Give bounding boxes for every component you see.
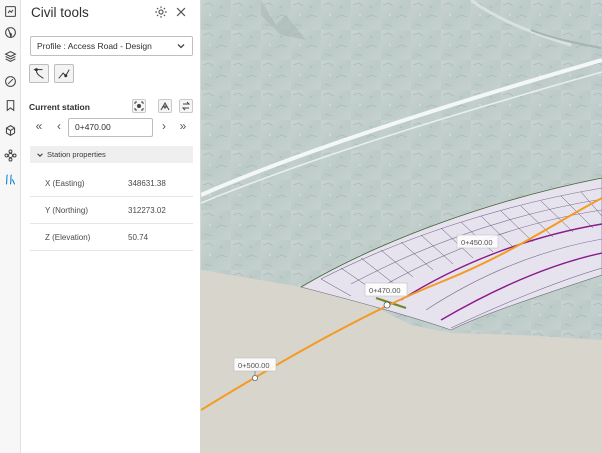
property-row: X (Easting) 348631.38 [30, 170, 193, 197]
civil-tools-panel: Civil tools Profile : Access Road - Desi… [21, 0, 201, 453]
profile-select-value: Profile : Access Road - Design [37, 41, 152, 51]
panel-title: Civil tools [31, 5, 89, 20]
settings-icon[interactable] [154, 5, 168, 19]
sun-study-icon[interactable] [3, 148, 18, 163]
station-properties-label: Station properties [47, 150, 106, 159]
previous-station-icon[interactable]: ‹ [53, 120, 65, 134]
documents-icon[interactable] [3, 4, 18, 19]
civil-tools-icon[interactable] [3, 172, 18, 187]
station-point [383, 301, 391, 309]
property-value: 50.74 [128, 233, 149, 242]
station-label: 0+500.00 [238, 361, 270, 370]
station-properties-header[interactable]: Station properties [30, 146, 193, 163]
bookmark-icon[interactable] [3, 98, 18, 113]
alignment-tool-button[interactable] [29, 64, 49, 83]
profile-tool-button[interactable] [54, 64, 74, 83]
station-input[interactable]: 0+470.00 [68, 118, 153, 137]
property-key: Y (Northing) [45, 206, 88, 215]
profile-select[interactable]: Profile : Access Road - Design [30, 36, 193, 56]
pick-station-button[interactable] [158, 99, 172, 113]
station-label: 0+470.00 [369, 286, 401, 295]
chevron-down-icon [177, 44, 185, 49]
station-point [252, 374, 259, 381]
property-value: 348631.38 [128, 179, 166, 188]
property-key: Z (Elevation) [45, 233, 91, 242]
property-value: 312273.02 [128, 206, 166, 215]
close-icon[interactable] [174, 5, 188, 19]
locate-station-button[interactable] [132, 99, 146, 113]
station-label: 0+450.00 [461, 238, 493, 247]
chevron-down-icon [37, 153, 43, 157]
property-row: Z (Elevation) 50.74 [30, 224, 193, 251]
next-station-icon[interactable]: › [158, 120, 170, 134]
swap-direction-button[interactable] [179, 99, 193, 113]
property-row: Y (Northing) 312273.02 [30, 197, 193, 224]
icon-rail [0, 0, 21, 453]
first-station-icon[interactable]: « [33, 120, 45, 134]
station-marker-450[interactable]: 0+450.00 [456, 234, 499, 249]
layers-icon[interactable] [3, 49, 18, 64]
model-icon[interactable] [3, 123, 18, 138]
property-key: X (Easting) [45, 179, 85, 188]
last-station-icon[interactable]: » [177, 120, 189, 134]
measure-icon[interactable] [3, 74, 18, 89]
globe-icon[interactable] [3, 25, 18, 40]
current-station-label: Current station [29, 102, 90, 112]
3d-viewport[interactable]: 0+450.00 0+470.00 0+500.00 [201, 0, 602, 453]
